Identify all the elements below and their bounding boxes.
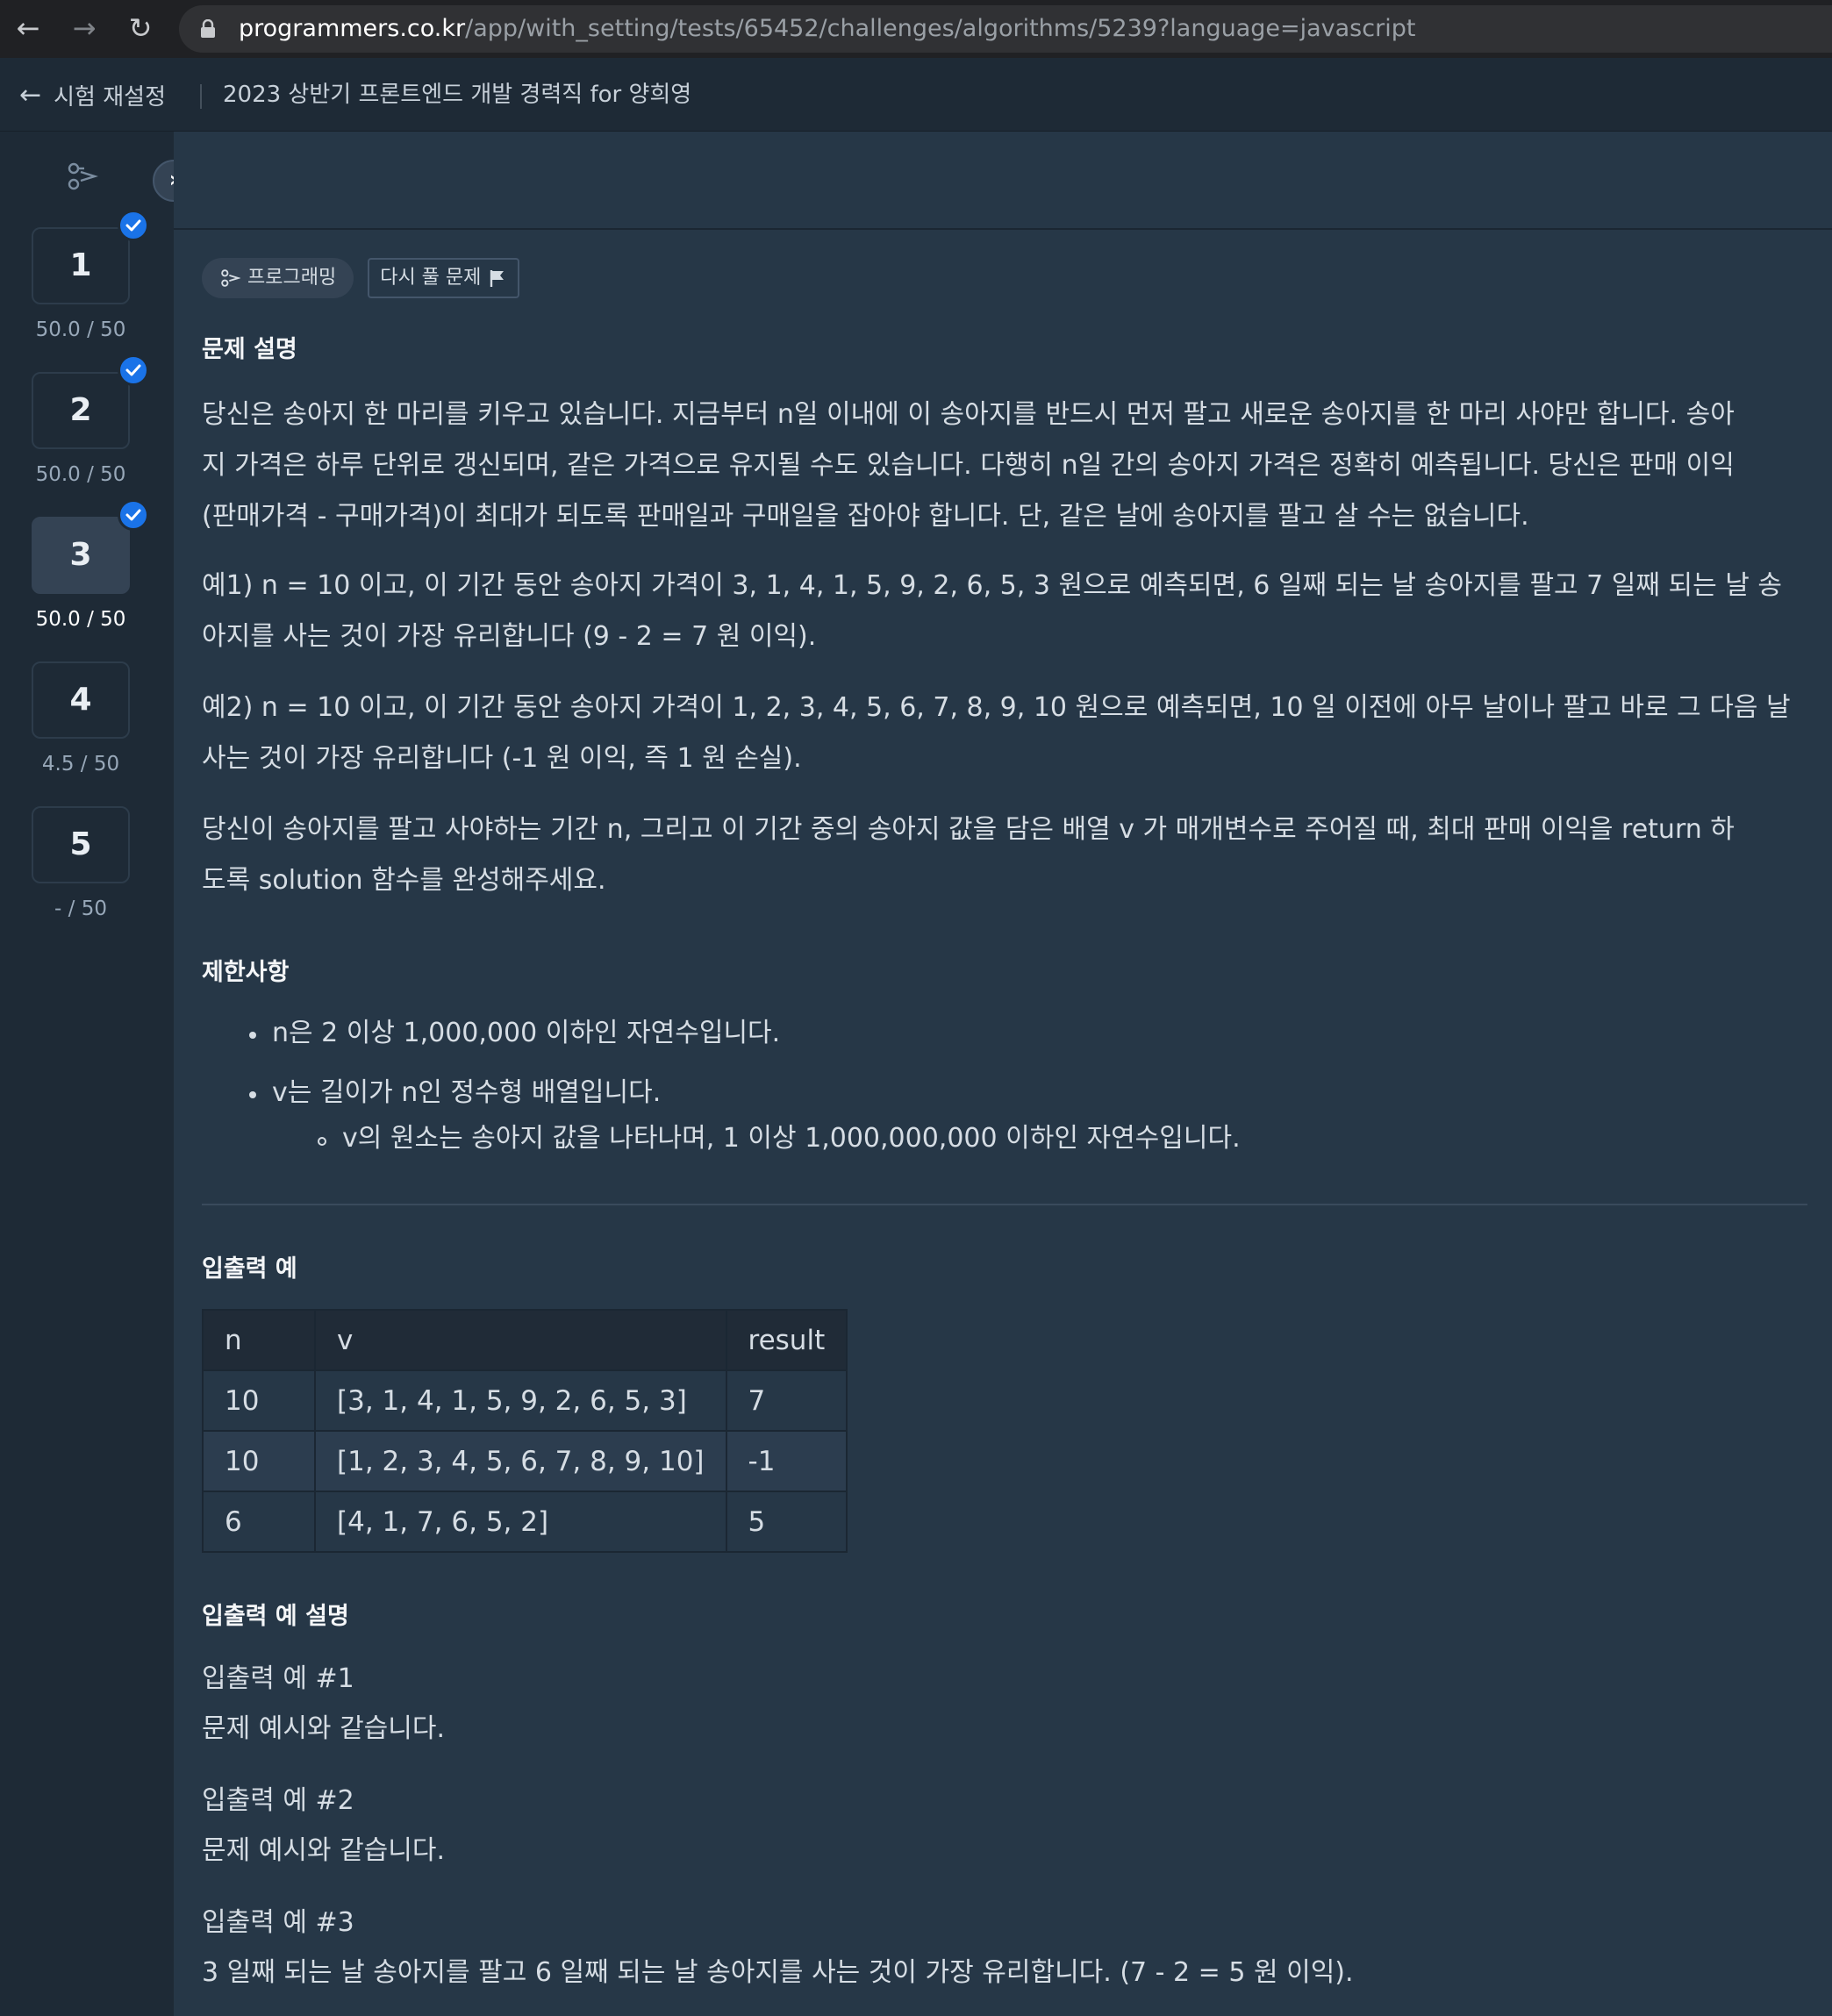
example-line: 아지를 사는 것이 가장 유리합니다 (9 - 2 = 7 원 이익). (202, 621, 817, 652)
question-item-5[interactable]: 5 (32, 806, 130, 883)
column-header-v: v (314, 1309, 727, 1371)
example-1-text: 예1) n = 10 이고, 이 기간 동안 송아지 가격이 3, 1, 4, … (202, 561, 1807, 662)
question-score: 4.5 / 50 (41, 753, 120, 776)
column-header-result: result (725, 1309, 848, 1371)
address-bar[interactable]: programmers.co.kr/app/with_setting/tests… (179, 5, 1832, 53)
constraint-subitem: v의 원소는 송아지 값을 나타나며, 1 이상 1,000,000,000 이… (342, 1123, 1241, 1154)
constraint-item: n은 2 이상 1,000,000 이하인 자연수입니다. (272, 1018, 781, 1048)
io-explanation-label: 입출력 예 #1 (202, 1663, 354, 1694)
question-number: 4 (69, 682, 92, 718)
problem-description-title: 문제 설명 (202, 336, 297, 363)
task-line: 당신이 송아지를 팔고 사야하는 기간 n, 그리고 이 기간 중의 송아지 값… (202, 814, 1735, 845)
question-number: 5 (69, 826, 92, 862)
question-item-3[interactable]: 3 (32, 499, 149, 594)
question-score: 50.0 / 50 (35, 608, 126, 631)
table-cell: -1 (725, 1430, 848, 1492)
io-explanation-label: 입출력 예 #2 (202, 1785, 354, 1816)
retry-problem-button[interactable]: 다시 풀 문제 (368, 258, 520, 298)
check-icon (118, 210, 149, 241)
url-text: programmers.co.kr/app/with_setting/tests… (239, 5, 1415, 53)
io-explanation-title: 입출력 예 설명 (202, 1603, 349, 1630)
arrow-left-icon: ← (19, 79, 42, 111)
check-icon (118, 354, 149, 386)
section-divider (202, 1204, 1807, 1205)
question-number: 2 (69, 392, 92, 428)
problem-description: 당신은 송아지 한 마리를 키우고 있습니다. 지금부터 n일 이내에 이 송아… (202, 390, 1807, 542)
io-example-title: 입출력 예 (202, 1255, 297, 1283)
question-item-2[interactable]: 2 (32, 354, 149, 449)
constraints-title: 제한사항 (202, 959, 290, 986)
lock-icon (201, 19, 215, 38)
header-divider (200, 84, 202, 109)
description-line: 당신은 송아지 한 마리를 키우고 있습니다. 지금부터 n일 이내에 이 송아… (202, 399, 1735, 430)
problem-tags: 프로그래밍 다시 풀 문제 (202, 258, 520, 298)
programming-small-icon (221, 269, 240, 287)
url-host: programmers.co.kr (239, 15, 466, 42)
category-tag: 프로그래밍 (202, 258, 354, 298)
category-label: 프로그래밍 (247, 267, 337, 289)
table-cell: 10 (202, 1369, 316, 1432)
table-cell: [3, 1, 4, 1, 5, 9, 2, 6, 5, 3] (314, 1369, 727, 1432)
question-score: - / 50 (54, 897, 107, 920)
column-header-n: n (202, 1309, 316, 1371)
sub-bullet-icon (318, 1137, 326, 1146)
url-path: /app/with_setting/tests/65452/challenges… (465, 15, 1416, 42)
question-number: 3 (69, 537, 92, 573)
top-panel (174, 132, 1832, 230)
reset-exam-link[interactable]: ← 시험 재설정 (19, 77, 166, 112)
io-explanation-text: 문제 예시와 같습니다. (202, 1713, 446, 1744)
example-line: 예1) n = 10 이고, 이 기간 동안 송아지 가격이 3, 1, 4, … (202, 570, 1783, 601)
forward-arrow-icon[interactable]: → (67, 11, 102, 46)
example-line: 사는 것이 가장 유리합니다 (-1 원 이익, 즉 1 원 손실). (202, 743, 802, 774)
table-cell: [4, 1, 7, 6, 5, 2] (314, 1491, 727, 1553)
table-row: 6 [4, 1, 7, 6, 5, 2] 5 (202, 1491, 848, 1553)
back-arrow-icon[interactable]: ← (11, 11, 46, 46)
question-score: 50.0 / 50 (35, 463, 126, 486)
table-cell: 7 (725, 1369, 848, 1432)
description-line: (판매가격 - 구매가격)이 최대가 되도록 판매일과 구매일을 잡아야 합니다… (202, 501, 1529, 532)
task-line: 도록 solution 함수를 완성해주세요. (202, 865, 606, 896)
table-row: 10 [1, 2, 3, 4, 5, 6, 7, 8, 9, 10] -1 (202, 1430, 848, 1492)
reset-exam-label: 시험 재설정 (54, 83, 167, 111)
browser-toolbar: ← → ↻ programmers.co.kr/app/with_setting… (0, 0, 1832, 58)
table-cell: 5 (725, 1491, 848, 1553)
table-row: 10 [3, 1, 4, 1, 5, 9, 2, 6, 5, 3] 7 (202, 1369, 848, 1432)
bullet-icon (249, 1091, 256, 1098)
question-score: 50.0 / 50 (35, 318, 126, 341)
reload-icon[interactable]: ↻ (123, 11, 158, 46)
table-header-row: n v result (202, 1309, 848, 1371)
check-icon (118, 499, 149, 531)
example-2-text: 예2) n = 10 이고, 이 기간 동안 송아지 가격이 1, 2, 3, … (202, 683, 1807, 784)
io-explanation-text: 3 일째 되는 날 송아지를 팔고 6 일째 되는 날 송아지를 사는 것이 가… (202, 1957, 1354, 1988)
constraint-item: v는 길이가 n인 정수형 배열입니다. (272, 1077, 662, 1108)
question-item-1[interactable]: 1 (32, 210, 149, 304)
flag-icon (490, 270, 505, 287)
retry-problem-label: 다시 풀 문제 (380, 267, 482, 289)
description-line: 지 가격은 하루 단위로 갱신되며, 같은 가격으로 유지될 수도 있습니다. … (202, 450, 1735, 481)
table-cell: [1, 2, 3, 4, 5, 6, 7, 8, 9, 10] (314, 1430, 727, 1492)
io-explanation-label: 입출력 예 #3 (202, 1907, 354, 1938)
io-example-table: n v result 10 [3, 1, 4, 1, 5, 9, 2, 6, 5… (202, 1309, 848, 1553)
example-line: 예2) n = 10 이고, 이 기간 동안 송아지 가격이 1, 2, 3, … (202, 692, 1791, 723)
table-cell: 10 (202, 1430, 316, 1492)
exam-title: 2023 상반기 프론트엔드 개발 경력직 for 양희영 (223, 82, 692, 108)
table-cell: 6 (202, 1491, 316, 1553)
question-number: 1 (69, 247, 92, 283)
app-header: ← 시험 재설정 2023 상반기 프론트엔드 개발 경력직 for 양희영 (0, 58, 1832, 132)
question-item-4[interactable]: 4 (32, 661, 130, 739)
task-text: 당신이 송아지를 팔고 사야하는 기간 n, 그리고 이 기간 중의 송아지 값… (202, 804, 1807, 906)
io-explanation-text: 문제 예시와 같습니다. (202, 1835, 446, 1866)
programming-icon (68, 162, 98, 190)
bullet-icon (249, 1032, 256, 1039)
